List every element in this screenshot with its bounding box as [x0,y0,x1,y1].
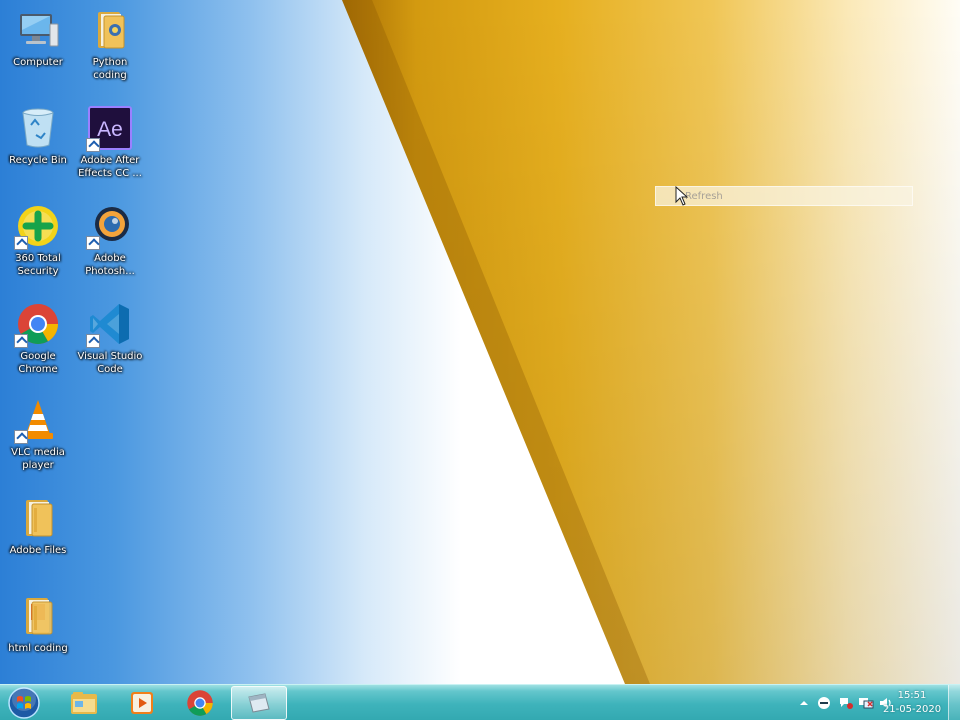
desktop-icon-label: html coding [8,643,68,654]
recycle-bin-icon [16,106,60,150]
after-effects-icon: Ae [86,106,132,152]
clock-time: 15:51 [897,690,927,701]
start-button[interactable] [4,686,44,720]
clock-date: 21-05-2020 [882,704,942,715]
shortcut-arrow-icon [14,236,28,250]
desktop-icon-label: Google Chrome [18,351,58,375]
taskbar-window-button-active[interactable] [231,686,287,720]
desktop-icon-360-total-security[interactable]: 360 Total Security [3,202,73,294]
context-menu-item-refresh[interactable]: Refresh [656,187,912,205]
desktop-icon-visual-studio-code[interactable]: Visual Studio Code [75,300,145,392]
desktop-icon-label: Adobe Files [9,545,67,556]
window-app-icon [248,693,270,713]
360-tray-icon[interactable] [816,695,832,711]
media-player-icon [131,692,153,714]
folder-icon [16,496,60,540]
system-tray: 15:51 21-05-2020 [750,685,960,720]
folder-icon [88,8,132,52]
desktop-icon-google-chrome[interactable]: Google Chrome [3,300,73,392]
folder-icon [16,594,60,638]
desktop-context-menu: Refresh [655,186,913,206]
shortcut-arrow-icon [86,334,100,348]
desktop-icon-label: Python coding [92,57,128,81]
desktop-icon-label: Adobe After Effects CC ... [78,155,142,179]
chrome-icon [187,690,213,716]
mouse-cursor-icon [675,186,689,206]
shortcut-arrow-icon [86,236,100,250]
desktop-icon-computer[interactable]: Computer [3,6,73,98]
after-effects-glyph: Ae [97,118,123,141]
desktop-icon-label: VLC media player [11,447,65,471]
computer-icon [16,8,60,52]
taskbar-media-player-button[interactable] [114,686,170,720]
shortcut-arrow-icon [14,334,28,348]
desktop-icon-html-coding[interactable]: html coding [3,592,73,684]
desktop-icon-recycle-bin[interactable]: Recycle Bin [3,104,73,196]
desktop-icon-label: Adobe Photosh... [85,253,135,277]
action-center-icon[interactable] [838,695,854,711]
vlc-icon [14,398,60,444]
taskbar-clock[interactable]: 15:51 21-05-2020 [882,689,942,717]
desktop-icon-adobe-files[interactable]: Adobe Files [3,494,73,586]
desktop-icon-vlc-media-player[interactable]: VLC media player [3,396,73,488]
show-hidden-icons-icon[interactable] [796,695,812,711]
360-security-icon [14,204,60,250]
desktop-icon-adobe-after-effects[interactable]: Ae Adobe After Effects CC ... [75,104,145,196]
vscode-icon [86,302,132,348]
taskbar-file-explorer-button[interactable] [56,686,112,720]
taskbar: 15:51 21-05-2020 [0,684,960,720]
show-desktop-button[interactable] [948,685,960,720]
context-menu-item-label: Refresh [685,191,723,202]
taskbar-chrome-button[interactable] [172,686,228,720]
windows-start-icon [8,687,40,719]
chrome-icon [14,302,60,348]
shortcut-arrow-icon [86,138,100,152]
desktop-icon-label: Visual Studio Code [77,351,143,375]
desktop-icon-label: Recycle Bin [9,155,67,166]
desktop-icon-label: Computer [13,57,63,68]
shortcut-arrow-icon [14,430,28,444]
desktop-icon-python-coding[interactable]: Python coding [75,6,145,98]
network-icon[interactable] [858,695,874,711]
desktop-icon-label: 360 Total Security [15,253,61,277]
photoshop-icon [86,204,132,250]
desktop-icon-adobe-photoshop[interactable]: Adobe Photosh... [75,202,145,294]
file-explorer-icon [71,692,97,714]
